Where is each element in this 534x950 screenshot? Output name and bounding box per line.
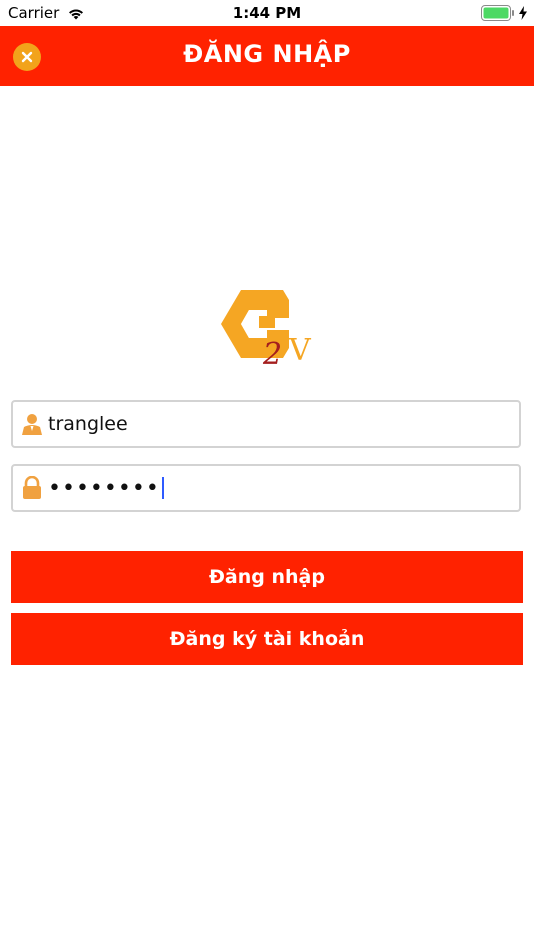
password-field[interactable]: •••••••• <box>11 464 521 512</box>
user-icon <box>22 414 42 435</box>
status-bar: Carrier 1:44 PM <box>0 0 534 26</box>
page-title: ĐĂNG NHẬP <box>183 40 351 68</box>
charging-icon <box>519 6 527 20</box>
username-field[interactable] <box>11 400 521 448</box>
logo-suffix: V <box>288 333 312 368</box>
login-button[interactable]: Đăng nhập <box>11 551 523 603</box>
register-button[interactable]: Đăng ký tài khoản <box>11 613 523 665</box>
battery-icon <box>481 5 514 21</box>
battery-indicator <box>481 5 528 21</box>
register-button-label: Đăng ký tài khoản <box>169 628 365 650</box>
password-input[interactable]: •••••••• <box>48 476 164 501</box>
header-bar: ĐĂNG NHẬP <box>0 26 534 86</box>
app-logo: 2 V <box>221 290 312 368</box>
password-masked-value: •••••••• <box>48 475 160 501</box>
status-time: 1:44 PM <box>232 4 302 22</box>
lock-icon <box>23 476 41 499</box>
logo-number: 2 <box>262 337 282 368</box>
login-button-label: Đăng nhập <box>209 566 325 588</box>
username-input[interactable] <box>48 413 488 435</box>
text-cursor <box>161 477 164 499</box>
